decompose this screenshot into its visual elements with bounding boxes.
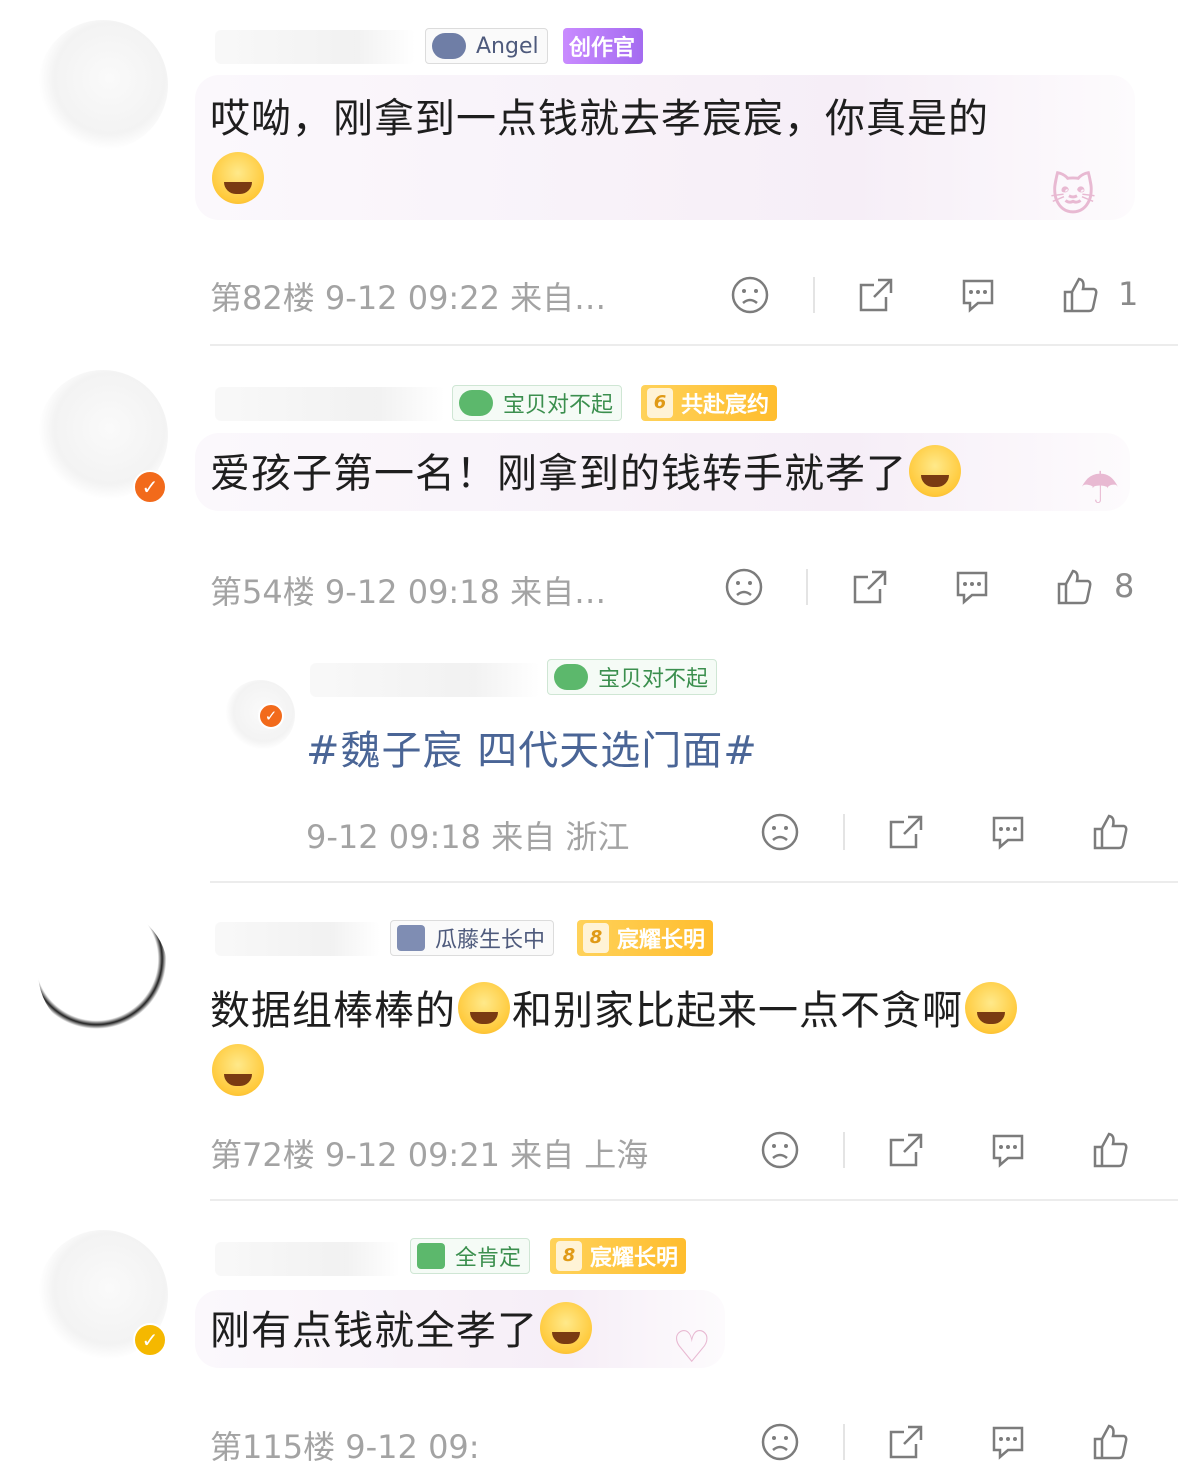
comment-text: 爱孩子第一名！刚拿到的钱转手就孝了	[210, 443, 1110, 505]
crying-emoji-icon	[540, 1302, 592, 1354]
level-number: 8	[583, 923, 609, 953]
tag-label: 宸耀长明	[590, 1246, 679, 1271]
tag-label: 瓜藤生长中	[435, 928, 546, 953]
reply-item: ✓ 宝贝对不起 #魏子宸 四代天选门面# 9-12 09:18 来自 浙江	[0, 640, 1178, 880]
verified-badge-icon: ✓	[258, 703, 284, 729]
covering-mouth-emoji-icon	[212, 1044, 264, 1096]
sad-face-icon[interactable]	[730, 275, 770, 315]
like-count: 8	[1114, 567, 1135, 605]
thumbs-up-icon[interactable]	[1054, 567, 1094, 607]
tag-label: 创作官	[569, 36, 636, 61]
comment-icon[interactable]	[988, 1422, 1028, 1462]
tag-label: 共赴宸约	[681, 393, 770, 418]
user-tag[interactable]: 瓜藤生长中	[390, 920, 555, 956]
chat-bubble-icon	[432, 33, 466, 59]
comment-text: 数据组棒棒的 和别家比起来一点不贪啊	[210, 980, 1130, 1104]
comment-item: Angel 创作官 哎呦，刚拿到一点钱就去孝宸宸，你真是的 🐱 第82楼 9-1…	[0, 0, 1178, 345]
comment-icon[interactable]	[958, 275, 998, 315]
comment-item: 瓜藤生长中 8 宸耀长明 数据组棒棒的 和别家比起来一点不贪啊 第72楼 9-12…	[0, 882, 1178, 1200]
fan-level-badge[interactable]: 8 宸耀长明	[577, 920, 714, 956]
comment-meta: 第82楼 9-12 09:22 来自…	[210, 279, 607, 317]
crying-emoji-icon	[909, 445, 961, 497]
username[interactable]	[310, 663, 540, 697]
heart-cloud-icon	[554, 664, 588, 690]
comment-item: ✓ 全肯定 8 宸耀长明 刚有点钱就全孝了 ♡ 第115楼 9-12 09:	[0, 1200, 1178, 1480]
cat-sticker-icon: 🐱	[1050, 170, 1096, 221]
crying-emoji-icon	[458, 982, 510, 1034]
verified-badge-icon: ✓	[133, 1323, 167, 1357]
user-tag[interactable]: 宝贝对不起	[547, 659, 718, 695]
share-icon[interactable]	[886, 1130, 926, 1170]
share-icon[interactable]	[886, 812, 926, 852]
user-tag[interactable]: Angel	[425, 28, 548, 64]
tag-label: 宸耀长明	[617, 928, 706, 953]
crying-emoji-icon	[212, 152, 264, 204]
thumbs-up-icon[interactable]	[1060, 275, 1100, 315]
comment-icon[interactable]	[952, 567, 992, 607]
username[interactable]	[215, 922, 380, 956]
sad-face-icon[interactable]	[760, 1130, 800, 1170]
calendar-check-icon	[417, 1243, 445, 1269]
thumbs-up-icon[interactable]	[1090, 812, 1130, 852]
sad-face-icon[interactable]	[760, 1422, 800, 1462]
divider	[806, 569, 808, 605]
thumbs-up-icon[interactable]	[1090, 1422, 1130, 1462]
topic-link[interactable]: #魏子宸 四代天选门面#	[306, 720, 758, 782]
like-count: 1	[1118, 275, 1139, 313]
tag-label: 宝贝对不起	[503, 393, 614, 418]
divider	[843, 814, 845, 850]
fan-level-badge[interactable]: 6 共赴宸约	[641, 385, 778, 421]
sad-face-icon[interactable]	[760, 812, 800, 852]
comment-text: 刚有点钱就全孝了	[210, 1300, 594, 1362]
comment-meta: 9-12 09:18 来自 浙江	[306, 818, 630, 856]
tag-label: 宝贝对不起	[598, 667, 709, 692]
tag-label: Angel	[476, 33, 539, 59]
username[interactable]	[215, 30, 415, 64]
tag-label: 全肯定	[455, 1246, 522, 1271]
umbrella-sticker-icon: ☂	[1080, 463, 1120, 514]
share-icon[interactable]	[856, 275, 896, 315]
user-tag[interactable]: 宝贝对不起	[452, 385, 623, 421]
share-icon[interactable]	[850, 567, 890, 607]
user-tag[interactable]: 全肯定	[410, 1238, 531, 1274]
fan-level-badge[interactable]: 8 宸耀长明	[550, 1238, 687, 1274]
divider	[843, 1132, 845, 1168]
username[interactable]	[215, 387, 445, 421]
creator-badge[interactable]: 创作官	[563, 28, 644, 64]
comment-meta: 第72楼 9-12 09:21 来自 上海	[210, 1136, 649, 1174]
heart-cloud-icon	[459, 390, 493, 416]
comment-item: ✓ 宝贝对不起 6 共赴宸约 爱孩子第一名！刚拿到的钱转手就孝了 ☂ 第54楼 …	[0, 345, 1178, 635]
crying-emoji-icon	[965, 982, 1017, 1034]
divider	[843, 1424, 845, 1460]
username[interactable]	[215, 1242, 400, 1276]
share-icon[interactable]	[886, 1422, 926, 1462]
divider	[813, 277, 815, 313]
level-number: 8	[556, 1241, 582, 1271]
comment-text: 哎呦，刚拿到一点钱就去孝宸宸，你真是的	[210, 88, 1110, 212]
comment-meta: 第54楼 9-12 09:18 来自…	[210, 573, 607, 611]
level-number: 6	[647, 388, 673, 418]
thumbs-up-icon[interactable]	[1090, 1130, 1130, 1170]
comment-icon[interactable]	[988, 812, 1028, 852]
avatar[interactable]	[38, 20, 168, 150]
sad-face-icon[interactable]	[724, 567, 764, 607]
heart-sticker-icon: ♡	[672, 1322, 712, 1373]
verified-badge-icon: ✓	[133, 470, 167, 504]
comment-meta: 第115楼 9-12 09:	[210, 1428, 480, 1466]
comment-icon[interactable]	[988, 1130, 1028, 1170]
avatar[interactable]	[38, 907, 168, 1037]
calendar-check-icon	[397, 925, 425, 951]
